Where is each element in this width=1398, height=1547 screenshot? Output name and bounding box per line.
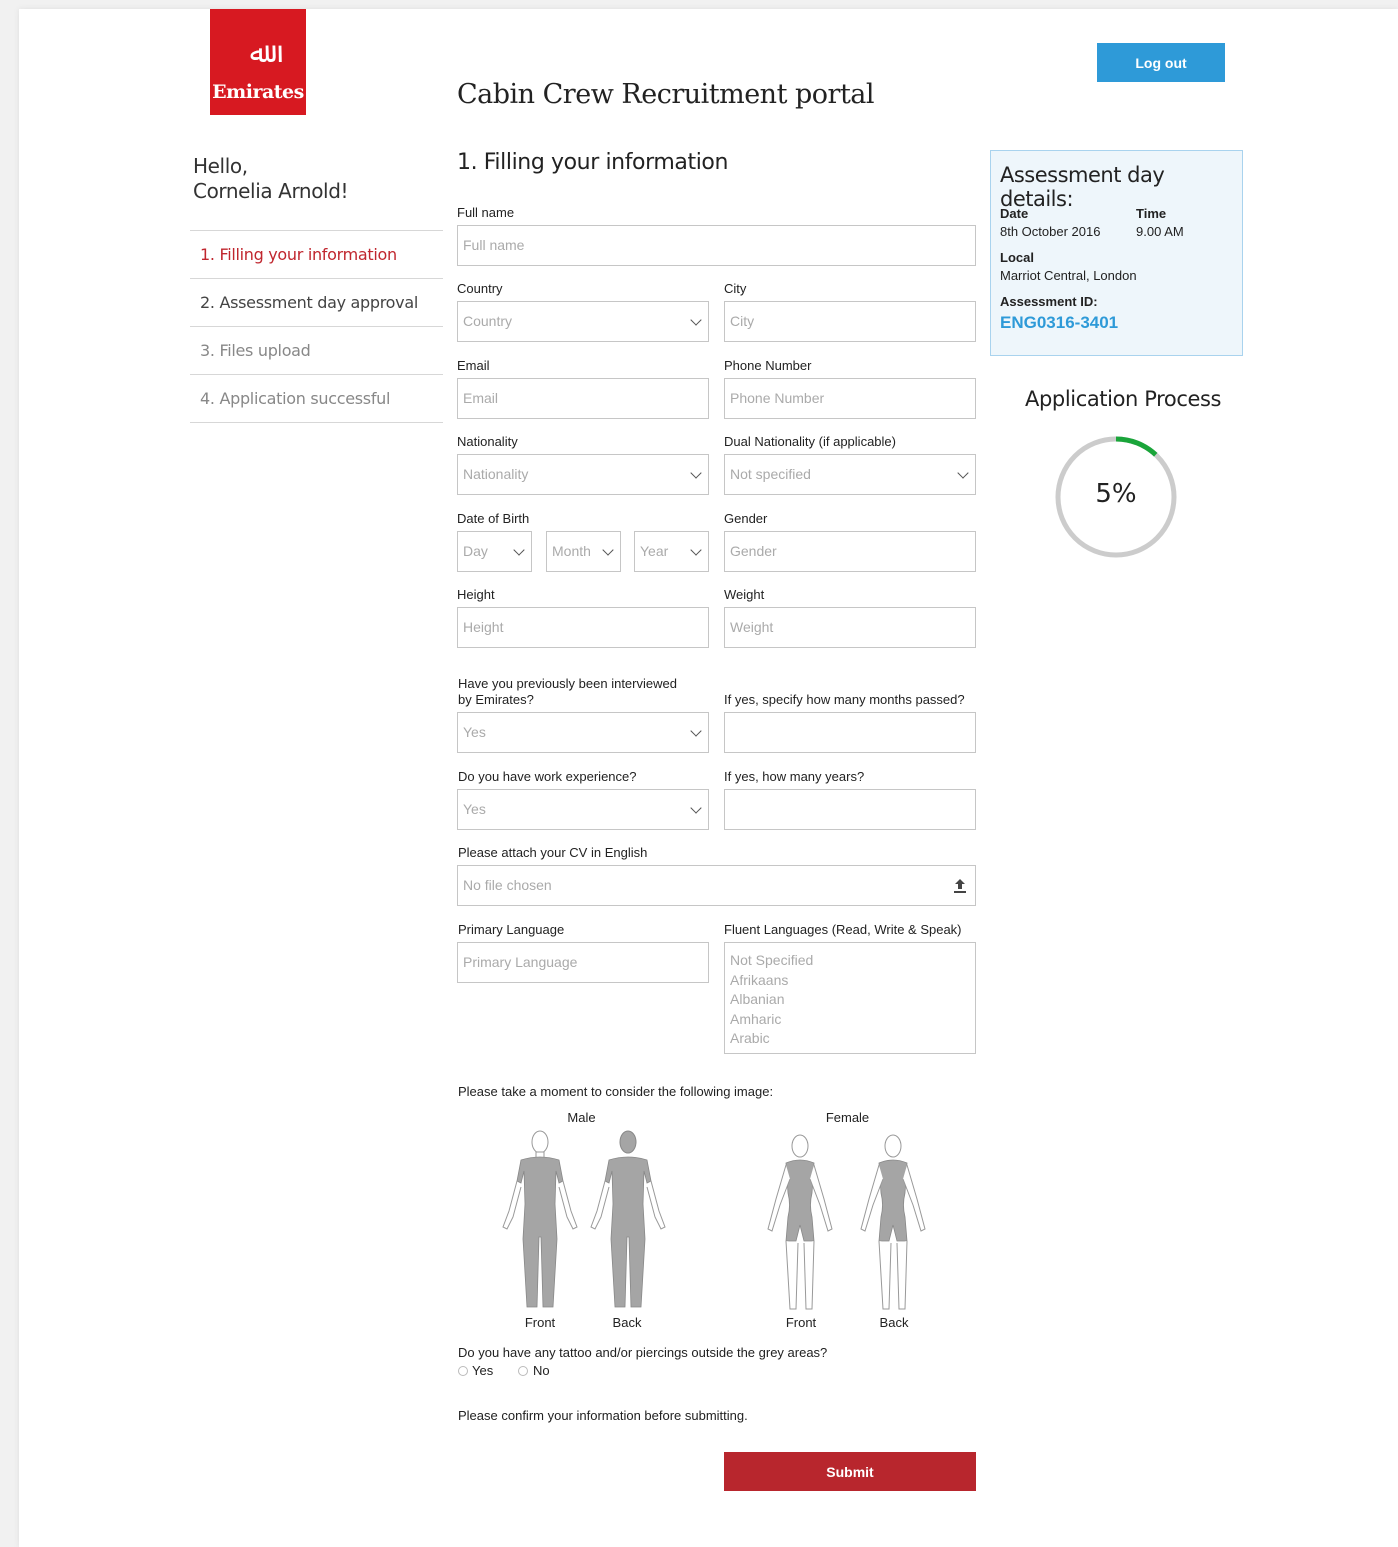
interviewed-label: Have you previously been interviewed by …	[458, 676, 677, 708]
nationality-select[interactable]: Nationality	[457, 454, 709, 495]
phone-input[interactable]: Phone Number	[724, 378, 976, 419]
emirates-logo[interactable]: ﷲ Emirates	[210, 9, 306, 115]
date-value: 8th October 2016	[1000, 224, 1101, 239]
interviewed-select[interactable]: Yes	[457, 712, 709, 753]
language-option[interactable]: Albanian	[730, 990, 970, 1010]
cv-file-input[interactable]: No file chosen	[457, 865, 976, 906]
dob-year-select[interactable]: Year	[634, 531, 709, 572]
months-passed-label: If yes, specify how many months passed?	[724, 692, 965, 707]
step-filling-information[interactable]: 1. Filling your information	[190, 231, 443, 279]
application-process-title: Application Process	[1025, 387, 1222, 411]
dob-day-select[interactable]: Day	[457, 531, 532, 572]
upload-icon[interactable]	[953, 878, 967, 894]
interviewed-label-line-2: by Emirates?	[458, 692, 534, 707]
step-application-successful[interactable]: 4. Application successful	[190, 375, 443, 423]
work-experience-select[interactable]: Yes	[457, 789, 709, 830]
female-label: Female	[825, 1110, 870, 1125]
city-label: City	[724, 281, 747, 296]
primary-language-input[interactable]: Primary Language	[457, 942, 709, 983]
gender-label: Gender	[724, 511, 768, 526]
time-label: Time	[1136, 206, 1167, 221]
assessment-id-value: ENG0316-3401	[1000, 313, 1119, 332]
portal-title: Cabin Crew Recruitment portal	[457, 79, 875, 110]
cv-file-status: No file chosen	[463, 877, 552, 893]
local-value: Marriot Central, London	[1000, 268, 1137, 283]
tattoo-yes-label[interactable]: Yes	[472, 1363, 493, 1379]
greeting-name: Cornelia Arnold!	[193, 179, 349, 203]
years-label: If yes, how many years?	[724, 769, 865, 784]
full-name-input[interactable]: Full name	[457, 225, 976, 266]
email-label: Email	[457, 358, 490, 373]
cv-label: Please attach your CV in English	[458, 845, 648, 860]
male-back-figure-icon	[590, 1130, 666, 1308]
phone-label: Phone Number	[724, 358, 812, 373]
greeting-line-1: Hello,	[193, 154, 248, 178]
date-label: Date	[1000, 206, 1029, 221]
female-back-label: Back	[879, 1315, 909, 1330]
assessment-details-panel: Assessment day details: Date 8th October…	[990, 150, 1243, 356]
work-experience-label: Do you have work experience?	[458, 769, 637, 784]
logout-button[interactable]: Log out	[1097, 43, 1225, 82]
dual-nationality-select[interactable]: Not specified	[724, 454, 976, 495]
logo-calligraphy-mark: ﷲ	[249, 36, 267, 69]
assessment-id-label: Assessment ID:	[1000, 294, 1098, 309]
male-label: Male	[567, 1110, 596, 1125]
years-input[interactable]	[724, 789, 976, 830]
country-select[interactable]: Country	[457, 301, 709, 342]
progress-percent: 5%	[1095, 479, 1137, 509]
city-input[interactable]: City	[724, 301, 976, 342]
male-front-figure-icon	[502, 1130, 578, 1308]
local-label: Local	[1000, 250, 1034, 265]
country-label: Country	[457, 281, 503, 296]
fluent-languages-listbox[interactable]: Not Specified Afrikaans Albanian Amharic…	[724, 942, 976, 1054]
form-section-title: 1. Filling your information	[457, 150, 729, 175]
steps-nav: 1. Filling your information 2. Assessmen…	[190, 230, 443, 423]
logo-wordmark: Emirates	[212, 81, 304, 103]
email-input[interactable]: Email	[457, 378, 709, 419]
time-value: 9.00 AM	[1136, 224, 1184, 239]
nationality-label: Nationality	[457, 434, 518, 449]
gender-input[interactable]: Gender	[724, 531, 976, 572]
months-passed-input[interactable]	[724, 712, 976, 753]
dob-label: Date of Birth	[457, 511, 530, 526]
tattoo-yes-radio[interactable]	[458, 1366, 468, 1376]
primary-language-label: Primary Language	[458, 922, 565, 937]
full-name-label: Full name	[457, 205, 515, 220]
male-back-label: Back	[612, 1315, 642, 1330]
tattoo-no-label[interactable]: No	[533, 1363, 550, 1379]
tattoo-question: Do you have any tattoo and/or piercings …	[458, 1345, 828, 1360]
step-assessment-approval[interactable]: 2. Assessment day approval	[190, 279, 443, 327]
language-option[interactable]: Not Specified	[730, 951, 970, 971]
language-option[interactable]: Arabic	[730, 1029, 970, 1049]
interviewed-label-line-1: Have you previously been interviewed	[458, 676, 677, 691]
male-front-label: Front	[524, 1315, 556, 1330]
height-label: Height	[457, 587, 495, 602]
female-back-figure-icon	[860, 1134, 926, 1310]
female-front-label: Front	[785, 1315, 817, 1330]
dob-month-select[interactable]: Month	[546, 531, 621, 572]
confirm-text: Please confirm your information before s…	[458, 1408, 748, 1423]
tattoo-no-radio[interactable]	[518, 1366, 528, 1376]
page: ﷲ Emirates Cabin Crew Recruitment portal…	[19, 9, 1398, 1547]
weight-label: Weight	[724, 587, 765, 602]
fluent-languages-label: Fluent Languages (Read, Write & Speak)	[724, 922, 962, 937]
step-files-upload[interactable]: 3. Files upload	[190, 327, 443, 375]
dual-nationality-label: Dual Nationality (if applicable)	[724, 434, 896, 449]
weight-input[interactable]: Weight	[724, 607, 976, 648]
language-option[interactable]: Afrikaans	[730, 971, 970, 991]
language-option[interactable]: Amharic	[730, 1010, 970, 1030]
female-front-figure-icon	[767, 1134, 833, 1310]
image-prompt: Please take a moment to consider the fol…	[458, 1084, 774, 1099]
height-input[interactable]: Height	[457, 607, 709, 648]
submit-button[interactable]: Submit	[724, 1452, 976, 1491]
greeting: Hello, Cornelia Arnold!	[193, 154, 349, 204]
assessment-title: Assessment day details:	[1000, 163, 1165, 211]
